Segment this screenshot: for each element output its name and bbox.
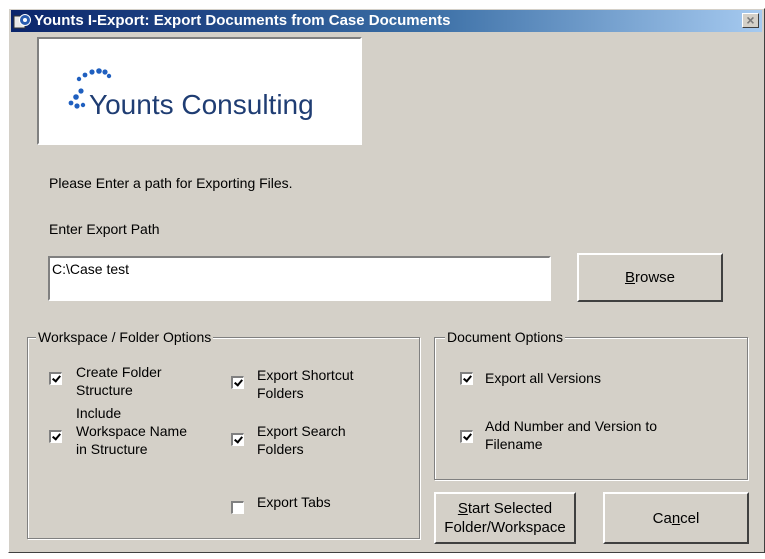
include-workspace-name-checkbox[interactable] [49,430,62,443]
add-number-version-checkbox[interactable] [460,430,473,443]
window-title: Younts I-Export: Export Documents from C… [34,12,451,29]
close-button[interactable]: × [742,13,759,28]
browse-button[interactable]: Browse [577,253,723,302]
export-shortcut-folders-checkbox[interactable] [231,376,244,389]
title-bar[interactable]: Younts I-Export: Export Documents from C… [11,10,762,32]
export-dialog: Younts I-Export: Export Documents from C… [8,8,765,553]
cancel-label: cel [680,509,700,527]
app-icon [13,14,31,29]
document-group-title: Document Options [445,329,565,345]
cancel-mnemonic: n [671,509,681,527]
start-label-line2: Folder/Workspace [444,519,566,536]
create-folder-structure-label: Create Folder Structure [76,364,162,398]
include-workspace-name-label: Include Workspace Name in Structure [76,405,188,457]
export-path-input[interactable]: C:\Case test [48,256,551,301]
start-selected-button[interactable]: Start Selected Folder/Workspace [434,492,576,544]
browse-mnemonic: B [624,269,635,286]
start-label-line1: tart Selected [467,500,553,517]
start-mnemonic: S [457,500,468,517]
logo-panel: Younts Consulting [37,37,362,145]
logo-text: Younts Consulting [89,89,314,120]
export-tabs-checkbox[interactable] [231,501,244,514]
workspace-folder-options-group: Workspace / Folder Options Create Folder… [27,329,420,539]
export-search-folders-label: Export Search Folders [257,423,346,457]
instructions-text: Please Enter a path for Exporting Files. [49,175,293,191]
workspace-group-title: Workspace / Folder Options [36,329,214,345]
cancel-label-prefix: Ca [652,509,672,527]
export-tabs-label: Export Tabs [257,494,331,510]
export-all-versions-label: Export all Versions [485,370,601,386]
document-options-group: Document Options Export all Versions Add… [434,329,748,480]
export-all-versions-checkbox[interactable] [460,372,473,385]
create-folder-structure-checkbox[interactable] [49,372,62,385]
export-search-folders-checkbox[interactable] [231,433,244,446]
export-path-value: C:\Case test [52,261,130,277]
export-path-label: Enter Export Path [49,221,160,237]
add-number-version-label: Add Number and Version to Filename [485,418,657,452]
cancel-button[interactable]: Ca n cel [603,492,749,544]
browse-label: rowse [635,269,676,286]
export-shortcut-folders-label: Export Shortcut Folders [257,367,354,401]
